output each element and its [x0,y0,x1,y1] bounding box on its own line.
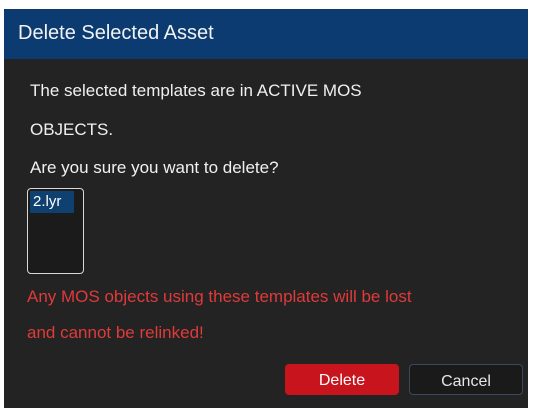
warning-line-1: Any MOS objects using these templates wi… [27,287,412,306]
cancel-button[interactable]: Cancel [409,364,523,395]
message-line-1: The selected templates are in ACTIVE MOS [30,81,362,100]
delete-button[interactable]: Delete [285,364,399,395]
dialog-title: Delete Selected Asset [18,22,214,44]
dialog-title-bar[interactable]: Delete Selected Asset [4,9,528,59]
delete-asset-dialog: Delete Selected Asset The selected templ… [4,9,528,408]
list-item[interactable]: 2.lyr [30,191,74,213]
message-line-2: OBJECTS. [30,120,114,139]
template-list[interactable]: 2.lyr [27,188,84,274]
warning-line-2: and cannot be relinked! [27,323,204,342]
confirm-question: Are you sure you want to delete? [30,158,279,177]
